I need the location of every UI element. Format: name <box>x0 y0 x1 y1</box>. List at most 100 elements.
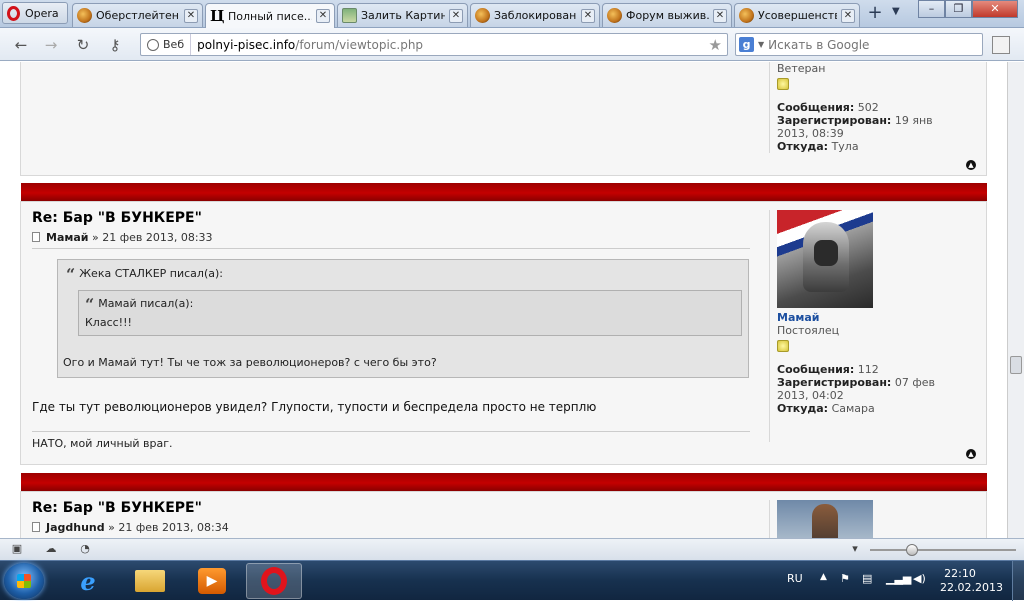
registered-label: Зарегистрирован: <box>777 376 892 389</box>
scrollbar-thumb[interactable] <box>1010 356 1022 374</box>
start-button[interactable] <box>4 563 44 599</box>
navigation-bar: ← → ↻ ⚷ Веб polnyi-pisec.info/forum/view… <box>0 28 1024 61</box>
user-rank: Ветеран <box>777 62 826 75</box>
post-title[interactable]: Re: Бар "В БУНКЕРЕ" <box>32 500 202 516</box>
window-controls: – ❐ ✕ <box>918 0 1018 18</box>
user-rank: Постоялец <box>777 324 840 337</box>
windows-taskbar: e ▶ RU ▲ ⚑ ▤ ▁▃▅ ◀) 22:10 22.02.2013 <box>0 560 1024 601</box>
close-tab-icon[interactable]: ✕ <box>449 8 463 23</box>
post-header-band <box>21 473 987 491</box>
close-tab-icon[interactable]: ✕ <box>184 8 198 23</box>
post-body: Где ты тут революционеров увидел? Глупос… <box>32 400 597 414</box>
tab-strip: Opera Оберстлейтен... ✕ Ц Полный писе...… <box>0 0 1024 28</box>
url-domain: polnyi-pisec.info <box>197 37 296 52</box>
internet-explorer-taskbar-button[interactable]: e <box>60 563 116 599</box>
post-author[interactable]: Jagdhund <box>46 521 105 534</box>
reload-icon[interactable]: ↻ <box>72 35 94 55</box>
quote-inner-author: Мамай писал(а): <box>98 297 194 310</box>
quote-inner: “Мамай писал(а): Класс!!! <box>78 290 742 336</box>
volume-icon[interactable]: ◀) <box>913 572 926 585</box>
tab-label: Оберстлейтен... <box>96 9 180 22</box>
language-indicator[interactable]: RU <box>787 572 803 585</box>
media-player-taskbar-button[interactable]: ▶ <box>184 563 240 599</box>
zoom-slider-knob[interactable] <box>906 544 918 556</box>
opera-taskbar-button[interactable] <box>246 563 302 599</box>
location-label: Откуда: <box>777 140 829 153</box>
tab-1[interactable]: Оберстлейтен... ✕ <box>72 3 203 27</box>
location-label: Откуда: <box>777 402 829 415</box>
post-icon[interactable] <box>32 232 40 242</box>
internet-explorer-icon: e <box>80 566 96 596</box>
back-arrow-icon[interactable]: ← <box>10 35 32 55</box>
post-date: » 21 фев 2013, 08:33 <box>88 231 213 244</box>
tab-label: Форум выжив... <box>626 9 709 22</box>
panel-toggle-icon[interactable]: ▣ <box>10 543 24 555</box>
close-tab-icon[interactable]: ✕ <box>713 8 727 23</box>
network-signal-icon[interactable]: ▁▃▅ <box>886 572 911 585</box>
forum-avatar-icon <box>475 8 490 23</box>
maximize-button[interactable]: ❐ <box>945 0 972 18</box>
action-center-flag-icon[interactable]: ⚑ <box>840 572 850 585</box>
post: Re: Бар "В БУНКЕРЕ" Jagdhund » 21 фев 20… <box>20 491 987 538</box>
forum-avatar-icon <box>739 8 754 23</box>
posts-count: 502 <box>857 101 879 114</box>
show-desktop-button[interactable] <box>1012 561 1024 601</box>
device-icon[interactable]: ▤ <box>862 572 872 585</box>
image-host-icon <box>342 8 357 23</box>
site-info-badge[interactable]: Веб <box>141 34 192 55</box>
post-profile: Мамай Постоялец Сообщения: 112 Зарегистр… <box>777 311 967 415</box>
windows-logo-icon <box>17 574 31 588</box>
key-icon[interactable]: ⚷ <box>104 35 126 55</box>
zoom-slider[interactable] <box>870 544 1016 556</box>
post-header-band <box>21 183 987 201</box>
page-content: Ветеран Сообщения: 502 Зарегистрирован: … <box>0 62 1007 538</box>
profile-username[interactable]: Мамай <box>777 311 967 324</box>
minimize-button[interactable]: – <box>918 0 945 18</box>
signature-separator <box>32 431 750 432</box>
forward-arrow-icon[interactable]: → <box>40 35 62 55</box>
new-tab-button[interactable]: + <box>864 4 886 24</box>
back-to-top-icon[interactable]: ▲ <box>966 449 976 459</box>
back-to-top-icon[interactable]: ▲ <box>966 160 976 170</box>
opera-unite-cloud-icon[interactable]: ☁ <box>44 543 58 555</box>
system-clock[interactable]: 22:10 22.02.2013 <box>940 567 1003 595</box>
post-title[interactable]: Re: Бар "В БУНКЕРЕ" <box>32 210 202 226</box>
post-author[interactable]: Мамай <box>46 231 89 244</box>
location-value: Самара <box>831 402 875 415</box>
explorer-taskbar-button[interactable] <box>122 563 178 599</box>
clock-date: 22.02.2013 <box>940 581 1003 594</box>
tab-2-active[interactable]: Ц Полный писе... ✕ <box>205 3 335 28</box>
posts-count: 112 <box>857 363 879 376</box>
turbo-speedometer-icon[interactable]: ◔ <box>78 543 92 555</box>
quote-outer-text: Ого и Мамай тут! Ты че тож за революцион… <box>63 356 437 369</box>
search-engine-chevron-icon[interactable]: ▼ <box>758 40 764 49</box>
tab-menu-chevron-icon[interactable]: ▼ <box>892 6 900 17</box>
view-options-icon[interactable]: ▾ <box>848 543 862 555</box>
tab-3[interactable]: Залить Картин... ✕ <box>337 3 468 27</box>
registered-label: Зарегистрирован: <box>777 114 892 127</box>
close-tab-icon[interactable]: ✕ <box>581 8 595 23</box>
vertical-scrollbar[interactable] <box>1007 62 1024 538</box>
close-tab-icon[interactable]: ✕ <box>316 9 330 23</box>
close-window-button[interactable]: ✕ <box>972 0 1018 18</box>
bookmark-star-icon[interactable]: ★ <box>709 36 722 54</box>
url-text[interactable]: polnyi-pisec.info/forum/viewtopic.php <box>191 38 423 52</box>
sidebar-toggle-button[interactable] <box>992 36 1010 54</box>
post-icon[interactable] <box>32 522 40 532</box>
google-icon[interactable]: g <box>739 37 754 52</box>
post-author-line: Мамай » 21 фев 2013, 08:33 <box>32 231 213 244</box>
close-tab-icon[interactable]: ✕ <box>841 8 855 23</box>
opera-menu-button[interactable]: Opera <box>2 2 68 24</box>
address-field[interactable]: Веб polnyi-pisec.info/forum/viewtopic.ph… <box>140 33 728 56</box>
tab-6[interactable]: Усовершенств... ✕ <box>734 3 860 27</box>
previous-post-profile: Ветеран Сообщения: 502 Зарегистрирован: … <box>777 62 967 153</box>
quote-outer-author: Жека СТАЛКЕР писал(а): <box>79 267 223 280</box>
tab-5[interactable]: Форум выжив... ✕ <box>602 3 732 27</box>
search-input[interactable] <box>768 37 969 52</box>
tab-4[interactable]: Заблокирован... ✕ <box>470 3 600 27</box>
post-divider <box>769 62 770 153</box>
tab-label: Полный писе... <box>228 9 312 23</box>
search-box[interactable]: g ▼ <box>735 33 983 56</box>
show-hidden-icons-icon[interactable]: ▲ <box>820 572 827 582</box>
posts-label: Сообщения: <box>777 101 855 114</box>
